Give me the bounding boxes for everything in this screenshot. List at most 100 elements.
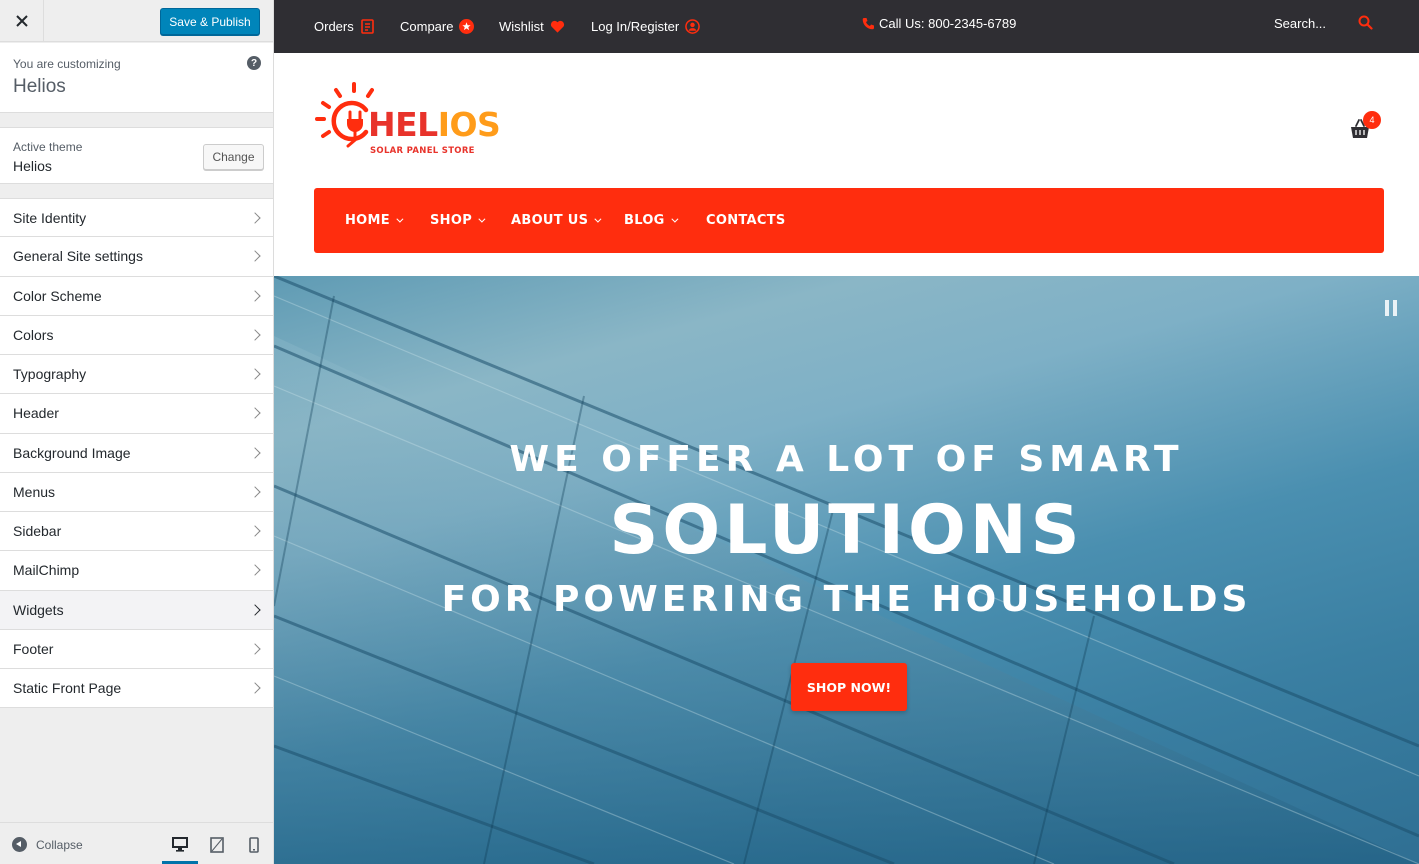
login-label: Log In/Register: [591, 19, 680, 34]
section-label: Static Front Page: [13, 680, 122, 697]
chevron-right-icon: [249, 368, 261, 380]
section-widgets[interactable]: Widgets: [0, 590, 273, 630]
collapse-arrow-icon: [12, 837, 27, 852]
nav-blog[interactable]: BLOG: [624, 188, 679, 253]
chevron-down-icon: [594, 215, 602, 223]
user-icon: [685, 19, 700, 34]
nav-contacts-label: CONTACTS: [706, 213, 786, 228]
close-customizer-button[interactable]: [0, 0, 44, 42]
preview-mobile-button[interactable]: [236, 833, 272, 864]
site-name: Helios: [13, 76, 66, 97]
section-label: MailChimp: [13, 562, 80, 579]
logo-wordmark: HELIOS: [368, 105, 501, 144]
customizer-sections: Site Identity General Site settings Colo…: [0, 198, 273, 709]
section-mailchimp[interactable]: MailChimp: [0, 551, 273, 591]
section-label: Footer: [13, 640, 54, 657]
nav-about-label: ABOUT US: [511, 213, 589, 228]
nav-shop-label: SHOP: [430, 213, 473, 228]
customizer-footer: Collapse: [0, 822, 273, 864]
main-navigation: HOME SHOP ABOUT US BLOG CONTACTS: [314, 181, 1384, 253]
phone-info: Call Us: 800-2345-6789: [862, 0, 1016, 47]
site-logo[interactable]: HELIOS SOLAR PANEL STORE: [314, 80, 501, 160]
compare-label: Compare: [400, 19, 454, 34]
section-footer[interactable]: Footer: [0, 629, 273, 669]
wishlist-link[interactable]: Wishlist: [499, 0, 565, 53]
section-label: Color Scheme: [13, 287, 102, 304]
chevron-right-icon: [249, 603, 261, 616]
chevron-right-icon: [249, 564, 261, 577]
compare-link[interactable]: Compare: [400, 0, 475, 53]
section-typography[interactable]: Typography: [0, 355, 273, 395]
section-menus[interactable]: Menus: [0, 472, 273, 512]
section-colors[interactable]: Colors: [0, 315, 273, 355]
nav-blog-label: BLOG: [624, 213, 665, 228]
nav-home[interactable]: HOME: [345, 188, 404, 253]
site-preview: Orders Compare Wishlist Log In/Register …: [274, 0, 1419, 864]
nav-contacts[interactable]: CONTACTS: [706, 188, 786, 253]
section-label: Typography: [13, 366, 87, 383]
heart-icon: [550, 20, 564, 33]
cart-count-badge: 4: [1363, 111, 1381, 129]
change-theme-button[interactable]: Change: [203, 144, 264, 170]
orders-icon: [360, 19, 374, 34]
chevron-down-icon: [671, 215, 679, 223]
section-sidebar[interactable]: Sidebar: [0, 512, 273, 552]
preview-tablet-button[interactable]: [199, 833, 235, 864]
chevron-right-icon: [249, 289, 261, 302]
active-menu-pointer: [400, 181, 414, 188]
orders-link[interactable]: Orders: [314, 0, 375, 53]
compare-star-icon: [459, 19, 475, 34]
nav-about-us[interactable]: ABOUT US: [511, 188, 602, 253]
section-label: Menus: [13, 483, 56, 500]
orders-label: Orders: [314, 19, 354, 34]
logo-word-part2: IOS: [437, 105, 501, 144]
chevron-down-icon: [478, 215, 486, 223]
hero-line-3: FOR POWERING THE HOUSEHOLDS: [441, 579, 1252, 620]
chevron-right-icon: [249, 643, 261, 655]
active-theme-panel: Active theme Helios Change: [0, 127, 273, 184]
preview-desktop-button[interactable]: [162, 833, 198, 864]
customizer-header: Save & Publish: [0, 0, 273, 42]
pause-icon[interactable]: [1385, 300, 1397, 316]
customizer-info: You are customizing Helios ?: [0, 43, 273, 113]
section-header[interactable]: Header: [0, 394, 273, 434]
section-color-scheme[interactable]: Color Scheme: [0, 276, 273, 316]
section-label: General Site settings: [13, 248, 143, 265]
chevron-right-icon: [249, 407, 261, 420]
close-icon: [15, 15, 28, 27]
section-static-front-page[interactable]: Static Front Page: [0, 669, 273, 709]
section-label: Sidebar: [13, 523, 62, 540]
phone-icon: [862, 18, 874, 30]
section-background-image[interactable]: Background Image: [0, 433, 273, 473]
chevron-right-icon: [249, 486, 261, 498]
customizing-label: You are customizing: [13, 57, 121, 71]
help-icon[interactable]: ?: [247, 56, 261, 70]
tablet-icon: [210, 837, 224, 853]
search-icon[interactable]: [1358, 15, 1373, 30]
sun-plug-logo-icon: [315, 82, 374, 148]
hero-line-2: SOLUTIONS: [609, 491, 1084, 570]
active-theme-label: Active theme: [13, 140, 83, 154]
pause-bar: [1385, 300, 1389, 316]
section-site-identity[interactable]: Site Identity: [0, 198, 273, 238]
save-publish-button[interactable]: Save & Publish: [160, 8, 260, 35]
chevron-right-icon: [249, 211, 261, 224]
desktop-icon: [172, 837, 188, 852]
logo-tagline: SOLAR PANEL STORE: [370, 146, 475, 156]
chevron-right-icon: [249, 329, 261, 341]
shop-now-button[interactable]: SHOP NOW!: [791, 663, 907, 711]
nav-shop[interactable]: SHOP: [430, 188, 486, 253]
hero-slider: WE OFFER A LOT OF SMART SOLUTIONS FOR PO…: [274, 276, 1419, 864]
phone-text: Call Us: 800-2345-6789: [879, 16, 1017, 31]
wishlist-label: Wishlist: [499, 19, 544, 34]
collapse-button[interactable]: Collapse: [12, 837, 83, 852]
customizer-screen: Save & Publish You are customizing Helio…: [0, 0, 1419, 864]
active-theme-name: Helios: [13, 158, 52, 174]
section-label: Widgets: [13, 601, 64, 618]
customizer-sidebar: Save & Publish You are customizing Helio…: [0, 0, 274, 864]
section-label: Background Image: [13, 444, 131, 461]
top-bar: Orders Compare Wishlist Log In/Register …: [274, 0, 1419, 53]
login-register-link[interactable]: Log In/Register: [591, 0, 700, 53]
mobile-icon: [249, 837, 259, 853]
section-general-site-settings[interactable]: General Site settings: [0, 237, 273, 277]
